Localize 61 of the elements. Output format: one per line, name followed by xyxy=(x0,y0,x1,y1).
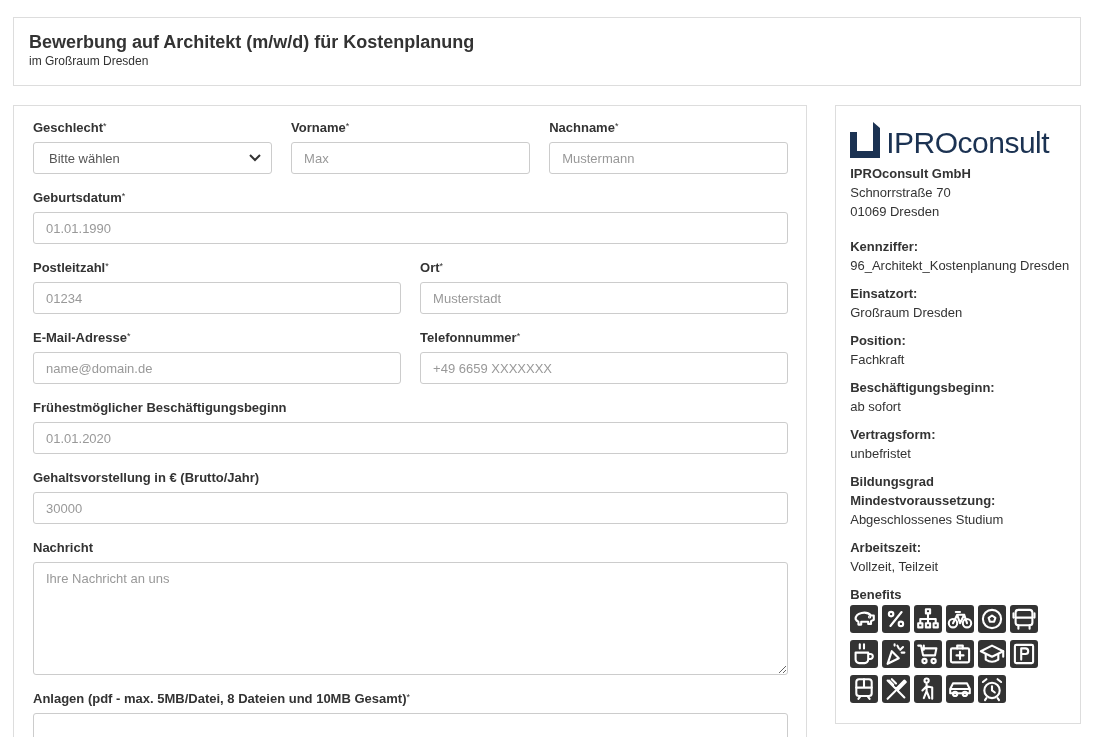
input-field[interactable]: 01.01.2020 xyxy=(33,422,789,454)
detail-value: 96_Architekt_Kostenplanung Dresden xyxy=(850,257,1070,275)
input-field[interactable]: Max xyxy=(291,142,531,174)
detail-label: Position: xyxy=(850,332,907,350)
chevron-down-icon xyxy=(249,154,262,162)
car-icon xyxy=(946,675,975,703)
page-subtitle: im Großraum Dresden xyxy=(29,54,150,68)
bicycle-icon xyxy=(946,605,975,633)
page-title: Bewerbung auf Architekt (m/w/d) für Kostenplanung xyxy=(29,31,476,53)
field-label: Nachname$^{*}$ xyxy=(549,120,620,136)
detail-label: Bildungsgrad Mindestvoraussetzung: xyxy=(850,473,997,510)
field-label: Gehaltsvorstellung in € (Brutto/Jahr) xyxy=(33,470,261,486)
elderly-person-icon xyxy=(914,675,943,703)
hierarchy-icon xyxy=(914,605,943,633)
message-field[interactable]: Ihre Nachricht an uns xyxy=(33,562,789,675)
field-label: Geschlecht$^{*}$ xyxy=(33,120,108,136)
detail-value: Abgeschlossenes Studium xyxy=(850,511,1005,529)
detail-value: Fachkraft xyxy=(850,351,906,369)
field-label: Nachricht xyxy=(33,540,94,556)
first-aid-kit-icon xyxy=(946,640,975,668)
detail-value: unbefristet xyxy=(850,445,912,463)
fork-and-knife-icon xyxy=(882,675,911,703)
field-label: Geburtsdatum$^{*}$ xyxy=(33,190,127,206)
detail-value: Vollzeit, Teilzeit xyxy=(850,558,940,576)
input-field[interactable]: +49 6659 XXXXXXX xyxy=(420,352,789,384)
input-field[interactable]: Mustermann xyxy=(549,142,789,174)
field-label: E-Mail-Adresse$^{*}$ xyxy=(33,330,132,346)
input-field[interactable]: name@domain.de xyxy=(33,352,402,384)
company-city: 01069 Dresden xyxy=(850,203,941,221)
percent-icon xyxy=(882,605,911,633)
detail-value: Großraum Dresden xyxy=(850,304,964,322)
company-street: Schnorrstraße 70 xyxy=(850,184,952,202)
bus-icon xyxy=(1010,605,1039,633)
field-label: Ort$^{*}$ xyxy=(420,260,445,276)
train-icon xyxy=(850,675,879,703)
piggy-bank-icon xyxy=(850,605,879,633)
logo-text: IPROconsult xyxy=(886,128,1050,158)
field-label: Vorname$^{*}$ xyxy=(291,120,351,136)
graduation-cap-icon xyxy=(978,640,1007,668)
detail-label: Kennziffer: xyxy=(850,238,920,256)
input-field[interactable]: 30000 xyxy=(33,492,789,524)
detail-label: Einsatzort: xyxy=(850,285,919,303)
logo-icon xyxy=(850,122,881,158)
select-field[interactable]: Bitte wählen xyxy=(33,142,273,174)
detail-label: Vertragsform: xyxy=(850,426,937,444)
input-field[interactable]: Musterstadt xyxy=(420,282,789,314)
parking-sign-icon xyxy=(1010,640,1039,668)
detail-value: ab sofort xyxy=(850,398,902,416)
detail-label: Beschäftigungsbeginn: xyxy=(850,379,996,397)
field-label: Telefonnummer$^{*}$ xyxy=(420,330,522,346)
coffee-cup-icon xyxy=(850,640,879,668)
field-label: Frühestmöglicher Beschäftigungsbeginn xyxy=(33,400,288,416)
alarm-clock-icon xyxy=(978,675,1007,703)
field-label: Anlagen (pdf - max. 5MB/Datei, 8 Dateien und 10MB Gesamt)$^{*}$ xyxy=(33,691,411,707)
benefits-heading: Benefits xyxy=(850,586,903,604)
input-field[interactable]: 01.01.1990 xyxy=(33,212,789,244)
field-label: Postleitzahl$^{*}$ xyxy=(33,260,110,276)
input-field[interactable]: 01234 xyxy=(33,282,402,314)
party-popper-icon xyxy=(882,640,911,668)
detail-label: Arbeitszeit: xyxy=(850,539,922,557)
company-name: IPROconsult GmbH xyxy=(850,165,972,183)
